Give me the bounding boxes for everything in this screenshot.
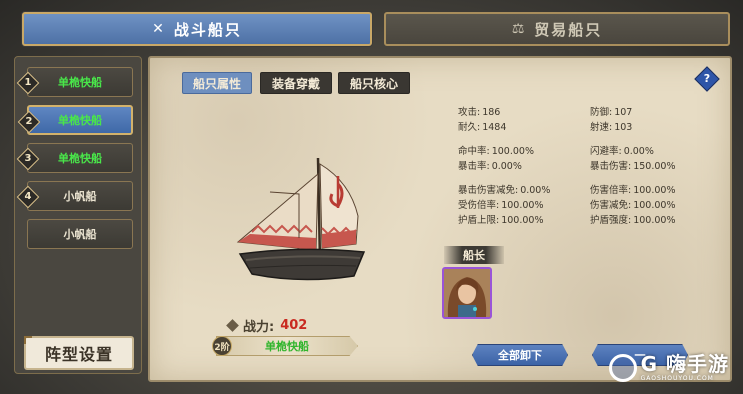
- formation-settings-button[interactable]: 阵型设置: [24, 336, 134, 370]
- ship-tier-bar: 单桅快船: [216, 336, 358, 356]
- stat-durability: 耐久: 1484: [458, 122, 507, 133]
- sloop-ship-image: [236, 157, 366, 281]
- captain-avatar-image: [444, 269, 490, 317]
- ship-slot-name: 单桅快船: [58, 114, 102, 127]
- stat-hit-rate: 命中率: 100.00%: [458, 146, 534, 157]
- watermark-url: GAOSHOUYOU.COM: [640, 375, 714, 382]
- ship-slot-name: 小帆船: [63, 228, 97, 241]
- stat-crit-damage: 暴击伤害: 150.00%: [590, 161, 676, 172]
- tier-badge: 2阶: [212, 336, 232, 356]
- watermark-text: G 嗨手游: [640, 352, 729, 376]
- watermark-logo-icon: [608, 354, 637, 382]
- slot-number-badge: 4: [16, 185, 40, 209]
- slot-number-badge: 1: [16, 71, 40, 95]
- stat-damage-taken-rate: 受伤倍率: 100.00%: [458, 200, 544, 211]
- stat-dodge-rate: 闪避率: 0.00%: [590, 146, 654, 157]
- ship-slot-name: 小帆船: [63, 190, 97, 203]
- stat-shield-cap: 护盾上限: 100.00%: [458, 215, 544, 226]
- power-value: 402: [280, 318, 308, 333]
- ship-detail-panel: 船只属性 装备穿戴 船只核心 ? 攻击: 186 防御: 107 耐久: 1484 射…: [148, 56, 732, 382]
- tab-battle-ships[interactable]: ✕ 战斗船只: [22, 12, 372, 46]
- crossed-swords-icon: ✕: [152, 21, 166, 37]
- stat-fire-rate: 射速: 103: [590, 122, 633, 133]
- ship-slot-2[interactable]: 2 单桅快船: [17, 105, 133, 135]
- ship-slot-1[interactable]: 1 单桅快船: [16, 67, 133, 97]
- captain-portrait[interactable]: [442, 267, 492, 319]
- stat-attack: 攻击: 186: [458, 107, 501, 118]
- ship-slot-name: 单桅快船: [58, 76, 102, 89]
- slot-number-badge: 2: [17, 110, 41, 134]
- stat-crit-rate: 暴击率: 0.00%: [458, 161, 522, 172]
- tab-equipment[interactable]: 装备穿戴: [260, 72, 332, 94]
- diamond-icon: [226, 319, 239, 332]
- ship-slot-5[interactable]: 小帆船: [27, 219, 133, 249]
- tab-trade-ships[interactable]: ⚖ 贸易船只: [384, 12, 730, 46]
- ship-slot-3[interactable]: 3 单桅快船: [16, 143, 133, 173]
- ship-slot-name: 单桅快船: [58, 152, 102, 165]
- scales-icon: ⚖: [511, 21, 527, 37]
- watermark: G 嗨手游 GAOSHOUYOU.COM: [608, 352, 729, 382]
- stat-shield-strength: 护盾强度: 100.00%: [590, 215, 676, 226]
- slot-number-badge: 3: [16, 147, 40, 171]
- unload-all-button[interactable]: 全部卸下: [472, 344, 568, 366]
- ship-list-sidebar: 1 单桅快船 2 单桅快船 3 单桅快船 4 小帆船 小帆船: [14, 56, 142, 374]
- tab-trade-label: 贸易船只: [534, 20, 603, 39]
- corner-ornament: [24, 336, 32, 344]
- stat-damage-multiplier: 伤害倍率: 100.00%: [590, 185, 676, 196]
- captain-label: 船长: [444, 246, 504, 264]
- tab-ship-attributes[interactable]: 船只属性: [182, 72, 252, 94]
- power-label: 战力:: [243, 320, 275, 335]
- formation-label: 阵型设置: [44, 345, 113, 364]
- tier-ship-name: 单桅快船: [265, 340, 309, 353]
- tab-ship-core[interactable]: 船只核心: [338, 72, 410, 94]
- stat-crit-damage-reduction: 暴击伤害减免: 0.00%: [458, 185, 551, 196]
- tab-battle-label: 战斗船只: [173, 20, 242, 39]
- ship-slot-4[interactable]: 4 小帆船: [16, 181, 133, 211]
- combat-power: 战力: 402: [226, 316, 308, 335]
- stat-damage-reduction: 伤害减免: 100.00%: [590, 200, 676, 211]
- stat-defense: 防御: 107: [590, 107, 633, 118]
